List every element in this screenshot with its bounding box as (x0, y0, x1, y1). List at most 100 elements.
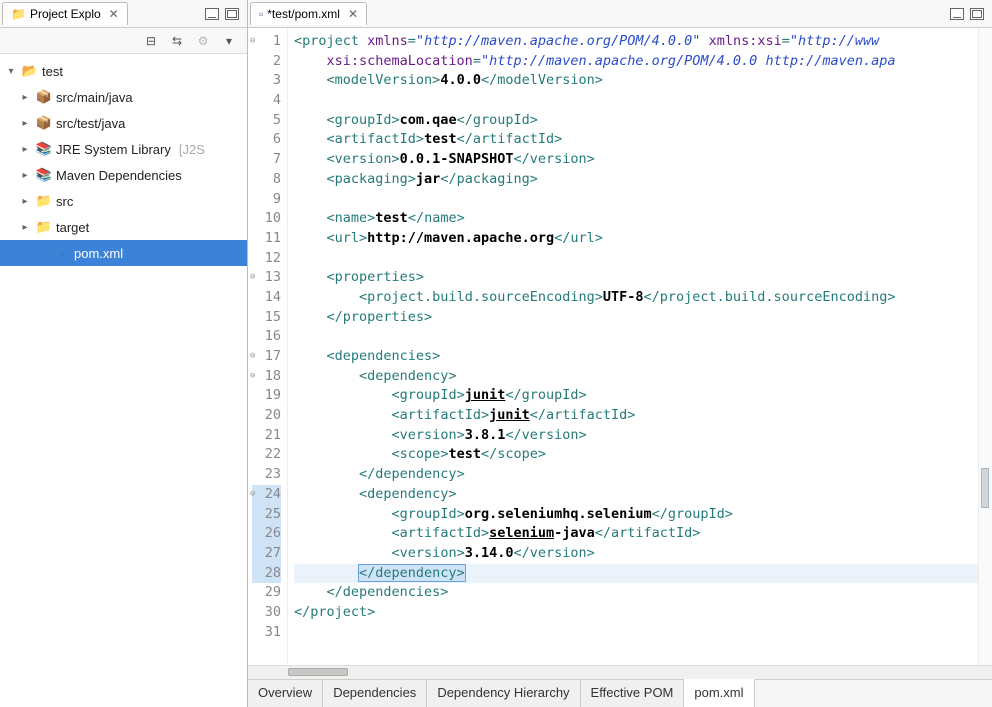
minimize-icon[interactable] (205, 8, 219, 20)
line-number[interactable]: 2 (252, 52, 281, 72)
explorer-view-tab[interactable]: 📁 Project Explo ✕ (2, 2, 128, 25)
code-line[interactable]: </dependency> (294, 564, 978, 584)
code-line[interactable]: <scope>test</scope> (294, 445, 978, 465)
code-line[interactable]: <dependency> (294, 367, 978, 387)
code-line[interactable] (294, 327, 978, 347)
code-line[interactable]: <url>http://maven.apache.org</url> (294, 229, 978, 249)
code-line[interactable]: <version>0.0.1-SNAPSHOT</version> (294, 150, 978, 170)
line-number-gutter[interactable]: 1234567891011121314151617181920212223242… (248, 28, 288, 665)
line-number[interactable]: 17 (252, 347, 281, 367)
line-number[interactable]: 10 (252, 209, 281, 229)
code-line[interactable]: <name>test</name> (294, 209, 978, 229)
project-tree[interactable]: ▾📂test▸📦src/main/java▸📦src/test/java▸📚JR… (0, 54, 247, 707)
tab-effective-pom[interactable]: Effective POM (581, 680, 685, 707)
code-line[interactable]: <packaging>jar</packaging> (294, 170, 978, 190)
line-number[interactable]: 27 (252, 544, 281, 564)
line-number[interactable]: 8 (252, 170, 281, 190)
tree-row-src[interactable]: ▸📁src (0, 188, 247, 214)
tree-row-target[interactable]: ▸📁target (0, 214, 247, 240)
code-editor[interactable]: <project xmlns="http://maven.apache.org/… (288, 28, 978, 665)
scrollbar-thumb[interactable] (288, 668, 348, 676)
maximize-icon[interactable] (970, 8, 984, 20)
line-number[interactable]: 11 (252, 229, 281, 249)
code-line[interactable]: <artifactId>test</artifactId> (294, 130, 978, 150)
collapse-all-icon[interactable]: ⊟ (143, 33, 159, 49)
close-icon[interactable]: ✕ (348, 7, 358, 21)
line-number[interactable]: 29 (252, 583, 281, 603)
code-line[interactable]: <project xmlns="http://maven.apache.org/… (294, 32, 978, 52)
code-line[interactable]: <artifactId>junit</artifactId> (294, 406, 978, 426)
maximize-icon[interactable] (225, 8, 239, 20)
view-menu-icon[interactable]: ▾ (221, 33, 237, 49)
code-line[interactable]: <dependencies> (294, 347, 978, 367)
code-line[interactable]: </dependencies> (294, 583, 978, 603)
close-icon[interactable]: ✕ (109, 7, 119, 21)
code-line[interactable]: <properties> (294, 268, 978, 288)
expander-icon[interactable]: ▸ (18, 92, 32, 103)
code-line[interactable] (294, 623, 978, 643)
line-number[interactable]: 22 (252, 445, 281, 465)
code-line[interactable]: <artifactId>selenium-java</artifactId> (294, 524, 978, 544)
code-line[interactable]: <modelVersion>4.0.0</modelVersion> (294, 71, 978, 91)
line-number[interactable]: 23 (252, 465, 281, 485)
tab-dependency-hierarchy[interactable]: Dependency Hierarchy (427, 680, 580, 707)
tree-row-src-test-java[interactable]: ▸📦src/test/java (0, 110, 247, 136)
tab-dependencies[interactable]: Dependencies (323, 680, 427, 707)
code-line[interactable]: <version>3.8.1</version> (294, 426, 978, 446)
expander-icon[interactable]: ▾ (4, 66, 18, 77)
line-number[interactable]: 12 (252, 249, 281, 269)
code-line[interactable]: <groupId>org.seleniumhq.selenium</groupI… (294, 505, 978, 525)
code-line[interactable] (294, 91, 978, 111)
code-line[interactable] (294, 249, 978, 269)
code-line[interactable]: </dependency> (294, 465, 978, 485)
overview-ruler[interactable] (978, 28, 992, 665)
tab-overview[interactable]: Overview (248, 680, 323, 707)
line-number[interactable]: 30 (252, 603, 281, 623)
editor-tab[interactable]: ▫ *test/pom.xml ✕ (250, 2, 367, 25)
code-line[interactable] (294, 190, 978, 210)
line-number[interactable]: 26 (252, 524, 281, 544)
line-number[interactable]: 6 (252, 130, 281, 150)
minimize-icon[interactable] (950, 8, 964, 20)
line-number[interactable]: 21 (252, 426, 281, 446)
code-line[interactable]: xsi:schemaLocation="http://maven.apache.… (294, 52, 978, 72)
line-number[interactable]: 25 (252, 505, 281, 525)
expander-icon[interactable]: ▸ (18, 118, 32, 129)
tree-row-pom-xml[interactable]: ▫pom.xml (0, 240, 247, 266)
code-line[interactable]: <groupId>junit</groupId> (294, 386, 978, 406)
tree-row-maven-dependencies[interactable]: ▸📚Maven Dependencies (0, 162, 247, 188)
line-number[interactable]: 7 (252, 150, 281, 170)
expander-icon[interactable]: ▸ (18, 170, 32, 181)
code-line[interactable]: </properties> (294, 308, 978, 328)
line-number[interactable]: 4 (252, 91, 281, 111)
line-number[interactable]: 14 (252, 288, 281, 308)
expander-icon[interactable]: ▸ (18, 144, 32, 155)
link-editor-icon[interactable]: ⇆ (169, 33, 185, 49)
line-number[interactable]: 5 (252, 111, 281, 131)
filter-icon[interactable]: ⚙ (195, 33, 211, 49)
line-number[interactable]: 24 (252, 485, 281, 505)
line-number[interactable]: 1 (252, 32, 281, 52)
code-line[interactable]: <groupId>com.qae</groupId> (294, 111, 978, 131)
line-number[interactable]: 3 (252, 71, 281, 91)
line-number[interactable]: 19 (252, 386, 281, 406)
line-number[interactable]: 31 (252, 623, 281, 643)
tree-row-test[interactable]: ▾📂test (0, 58, 247, 84)
tree-row-src-main-java[interactable]: ▸📦src/main/java (0, 84, 247, 110)
tab-pom.xml[interactable]: pom.xml (684, 679, 754, 707)
line-number[interactable]: 18 (252, 367, 281, 387)
line-number[interactable]: 13 (252, 268, 281, 288)
expander-icon[interactable]: ▸ (18, 196, 32, 207)
line-number[interactable]: 9 (252, 190, 281, 210)
expander-icon[interactable]: ▸ (18, 222, 32, 233)
code-line[interactable]: </project> (294, 603, 978, 623)
code-line[interactable]: <dependency> (294, 485, 978, 505)
line-number[interactable]: 15 (252, 308, 281, 328)
code-line[interactable]: <version>3.14.0</version> (294, 544, 978, 564)
line-number[interactable]: 28 (252, 564, 281, 584)
horizontal-scrollbar[interactable] (248, 665, 992, 679)
code-line[interactable]: <project.build.sourceEncoding>UTF-8</pro… (294, 288, 978, 308)
tree-row-jre-system-library[interactable]: ▸📚JRE System Library[J2S (0, 136, 247, 162)
line-number[interactable]: 16 (252, 327, 281, 347)
line-number[interactable]: 20 (252, 406, 281, 426)
